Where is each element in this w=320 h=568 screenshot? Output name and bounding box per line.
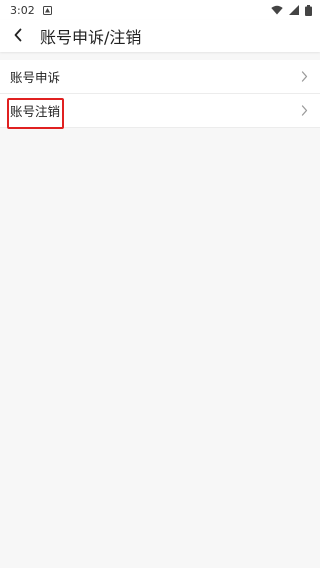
signal-icon — [289, 5, 299, 15]
settings-list: 账号申诉 账号注销 — [0, 60, 320, 128]
page-title: 账号申诉/注销 — [40, 28, 142, 47]
app-bar: 账号申诉/注销 — [0, 20, 320, 52]
list-item-account-cancel[interactable]: 账号注销 — [0, 94, 320, 128]
chevron-right-icon — [301, 105, 308, 116]
status-left: 3:02 — [10, 4, 52, 17]
wifi-icon — [271, 5, 283, 15]
status-bar: 3:02 — [0, 0, 320, 20]
notification-icon — [42, 5, 52, 15]
back-button[interactable] — [0, 20, 36, 52]
battery-icon — [305, 4, 312, 16]
list-item-label: 账号申诉 — [10, 70, 61, 85]
list-item-label: 账号注销 — [10, 104, 61, 119]
chevron-left-icon — [13, 27, 23, 46]
status-time: 3:02 — [10, 3, 35, 17]
list-item-account-appeal[interactable]: 账号申诉 — [0, 60, 320, 94]
status-right — [271, 4, 312, 16]
chevron-right-icon — [301, 71, 308, 82]
